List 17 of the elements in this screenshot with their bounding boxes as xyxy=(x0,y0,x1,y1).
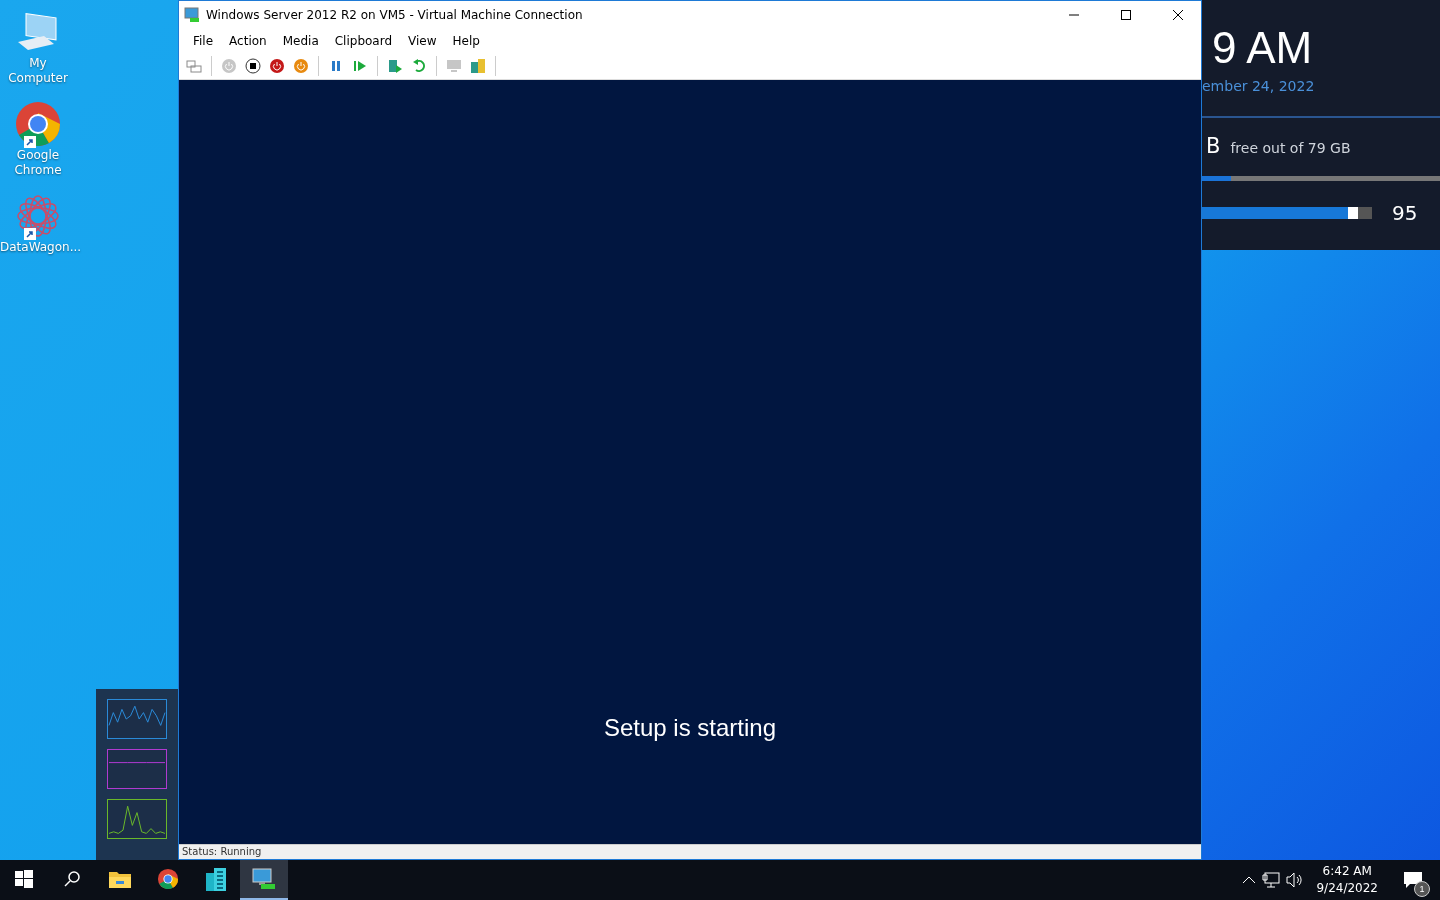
menu-item[interactable]: View xyxy=(400,34,445,48)
notification-count: 1 xyxy=(1414,881,1430,897)
disk-free-label: free out of 79 GB xyxy=(1230,140,1351,156)
window-title: Windows Server 2012 R2 on VM5 - Virtual Machine Connection xyxy=(206,8,584,22)
clock-date: ember 24, 2022 xyxy=(1202,77,1316,94)
menu-item[interactable]: Action xyxy=(221,34,275,48)
menu-item[interactable]: Media xyxy=(274,34,327,48)
status-text: Status: Running xyxy=(182,846,262,858)
disk-free-amount: B xyxy=(1206,134,1221,158)
menu-item[interactable]: Clipboard xyxy=(326,34,401,48)
volume-reading: 95 xyxy=(1392,201,1418,225)
menu-item[interactable]: Help xyxy=(444,34,488,48)
setup-message: Setup is starting xyxy=(603,714,777,742)
menu-item[interactable]: File xyxy=(185,34,222,48)
taskbar-clock[interactable]: 6:42 AM 9/24/2022 xyxy=(1310,863,1384,897)
clock-time: 9 AM xyxy=(1211,22,1314,72)
notifications-button[interactable]: 1 xyxy=(1398,865,1428,895)
